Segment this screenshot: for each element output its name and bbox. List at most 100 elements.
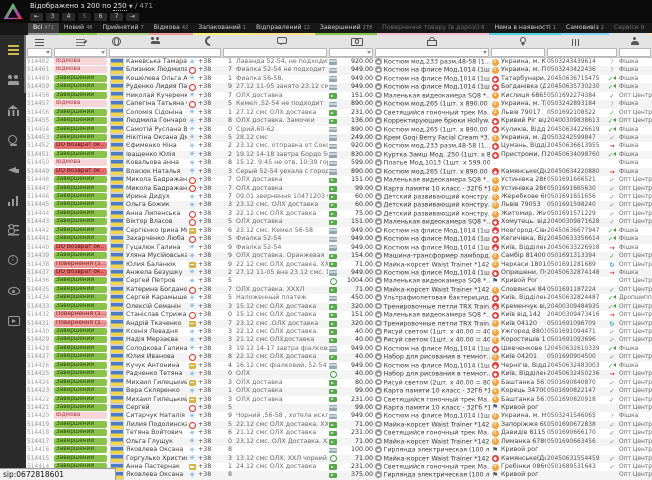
column-header-basket-icon[interactable] [374,37,490,46]
order-row[interactable]: 514416 Завершений Яковлева Оксана +38 8 … [26,446,652,454]
status-badge[interactable]: Завершений [54,185,107,192]
order-row[interactable]: 514417 Завершений Ольга Глущук +38 0 23.… [26,438,652,446]
filter-input[interactable] [547,48,617,57]
order-row[interactable]: 514442 Завершений Сергієнко Ірина Ми... … [26,227,652,235]
order-row[interactable]: 514461 Відмова⊘ Близнюк Людмила ... +38 … [26,66,652,74]
order-row[interactable]: 514452 DO Возврат ок.. Єфименко Ніна +38… [26,142,652,150]
pagination-page[interactable]: 5 [78,13,91,21]
tab-6[interactable]: Завершений278 [315,23,377,35]
status-badge[interactable]: Завершений [54,286,107,293]
status-badge[interactable]: Повернення (з... [54,320,107,327]
sidebar-item-info[interactable] [0,245,26,275]
order-row[interactable]: 514418 Завершений Тетяна Войтович +38 6 … [26,429,652,437]
status-badge[interactable]: Завершений [54,387,107,394]
status-badge[interactable]: Завершений [54,277,107,284]
order-row[interactable]: 514441 Завершений Захарченко Люба +38 5 … [26,235,652,243]
status-badge[interactable]: Відмова [54,66,107,73]
order-row[interactable]: 514438 Повернення (з... Юлия Баланюк +38… [26,261,652,269]
column-header-country-globe-icon[interactable] [108,37,125,46]
pagination-first[interactable]: ⇤ [30,13,43,21]
order-row[interactable]: 514446 Завершений Ирина Дидух +38 7 09.0… [26,193,652,201]
status-badge[interactable]: Завершений [54,210,107,217]
column-header-location-pin-icon[interactable] [500,37,546,46]
status-badge[interactable]: DO Возврат ок.. [54,168,107,175]
order-row[interactable]: 514451 Завершений Іващенко Юлія +38 2 19… [26,151,652,159]
chevron-down-icon[interactable]: ▼ [129,4,133,10]
sidebar-item-video[interactable] [0,305,26,335]
sidebar-item-settings[interactable] [0,215,26,245]
order-row[interactable]: 514428 Завершений Солодкова Галина В... … [26,345,652,353]
status-badge[interactable]: Завершений [54,370,107,377]
status-badge[interactable]: Відмова [54,58,107,65]
status-badge[interactable]: Відмова [54,100,107,107]
status-badge[interactable]: Завершений [54,92,107,99]
status-badge[interactable]: Завершений [54,126,107,133]
filter-input[interactable] [375,48,489,57]
order-row[interactable]: 514423 Завершений Вера Скляренко +38 1 О… [26,387,652,395]
status-badge[interactable]: Завершений [54,134,107,141]
order-row[interactable]: 514454 Завершений Самотій Руслана Во... … [26,126,652,134]
column-header-status-listedit-icon[interactable] [53,38,108,45]
filter-input[interactable] [619,48,651,57]
order-row[interactable]: 514434 Завершений Сергей Карамышев +38 5… [26,294,652,302]
pagination-page[interactable]: 3 [46,13,59,21]
status-badge[interactable]: Завершений [54,404,107,411]
column-header-manager-person-icon[interactable] [618,37,652,46]
order-row[interactable]: 514458 Завершений Николай Кучеренко +38 … [26,92,652,100]
order-row[interactable]: 514413 Завершений Яковлева Оксана +38 8 … [26,471,652,479]
sidebar-item-marketing[interactable] [0,155,26,185]
column-header-phone-icon[interactable] [197,37,222,46]
status-badge[interactable]: Завершений [54,235,107,242]
sidebar-item-orders[interactable] [0,35,26,65]
order-row[interactable]: 514421 Завершений Сергей +38 5 99.00 Кар… [26,404,652,412]
status-badge[interactable]: Завершений [54,294,107,301]
status-badge[interactable]: Завершений [54,429,107,436]
order-row[interactable]: 514439 Завершений Уляна Мусійовська +38 … [26,252,652,260]
status-badge[interactable]: Завершений [54,176,107,183]
status-badge[interactable]: Завершений [54,252,107,259]
order-row[interactable]: 514432 Повернення (з... Станіслав Стрижа… [26,311,652,319]
tab-9[interactable]: Самовивіз2 [561,23,609,35]
order-row[interactable]: 514444 Завершений Анна Липенська +38 3 2… [26,210,652,218]
status-badge[interactable]: Завершений [54,83,107,90]
status-badge[interactable]: Завершений [54,353,107,360]
pagination-page[interactable]: 4 [62,13,75,21]
column-header-clients-icon[interactable] [125,37,187,46]
order-row[interactable]: 514420 Відмова Ситарчук Наталія Гр... +3… [26,412,652,420]
column-header-tracking-scan-icon[interactable] [546,38,606,45]
order-row[interactable]: 514426 Завершений Кучук Антонина +38 4 1… [26,362,652,370]
status-badge[interactable]: Завершений [54,455,107,462]
status-badge[interactable]: Повернення (з... [54,311,107,318]
order-row[interactable]: 514415 Завершений Горгулько Христина... … [26,455,652,463]
pagination-page[interactable]: 7 [110,13,123,21]
order-row[interactable]: 514431 Повернення (з... Андрій Ткаченко … [26,320,652,328]
order-row[interactable]: 514449 DO Возврат ок.. Власюк Наталья +3… [26,168,652,176]
sidebar-item-clients[interactable] [0,65,26,95]
order-row[interactable]: 514414 Завершений Анна Пастернак +38 1 2… [26,463,652,471]
order-row[interactable]: 514459 Завершений Руденко Лидия Пав... +… [26,83,652,91]
status-badge[interactable]: Завершений [54,201,107,208]
tab-8[interactable]: Нема в наявності1 [489,23,560,35]
sidebar-scrollbar[interactable] [24,35,26,93]
status-badge[interactable]: Завершений [54,303,107,310]
status-badge[interactable]: Завершений [54,362,107,369]
sidebar-item-finance[interactable] [0,125,26,155]
status-badge[interactable]: Завершений [54,421,107,428]
filter-input[interactable] [27,48,52,57]
status-badge[interactable]: Завершений [54,438,107,445]
status-badge[interactable]: Завершений [54,345,107,352]
order-row[interactable]: 514460 Завершений Кошелева Ольга Ар... +… [26,75,652,83]
status-badge[interactable]: DO Возврат ок.. [54,244,107,251]
tab-7[interactable]: Повернення товару (в дорозі)0 [377,23,489,35]
filter-input[interactable] [54,48,107,57]
tab-10[interactable]: Сервіси0 [609,23,649,35]
order-row[interactable]: 514436 Завершений Сергей Петров +38 5 10… [26,277,652,285]
pagination-last[interactable]: ⇥ [126,13,139,21]
column-header-id-list-icon[interactable] [26,38,53,45]
order-row[interactable]: 514457 Відмова Сапегіна Татьяна С... +38… [26,100,652,108]
order-row[interactable]: 514447 Завершений Микола Бадражан +38 7 … [26,185,652,193]
column-header-money-icon[interactable] [338,37,374,46]
order-row[interactable]: 514427 Завершений Юлия Иванова +38 8 22.… [26,353,652,361]
pagination-page[interactable]: 6 [94,13,107,21]
order-row[interactable]: 514453 Завершений Нікітіна Оксана Дми...… [26,134,652,142]
